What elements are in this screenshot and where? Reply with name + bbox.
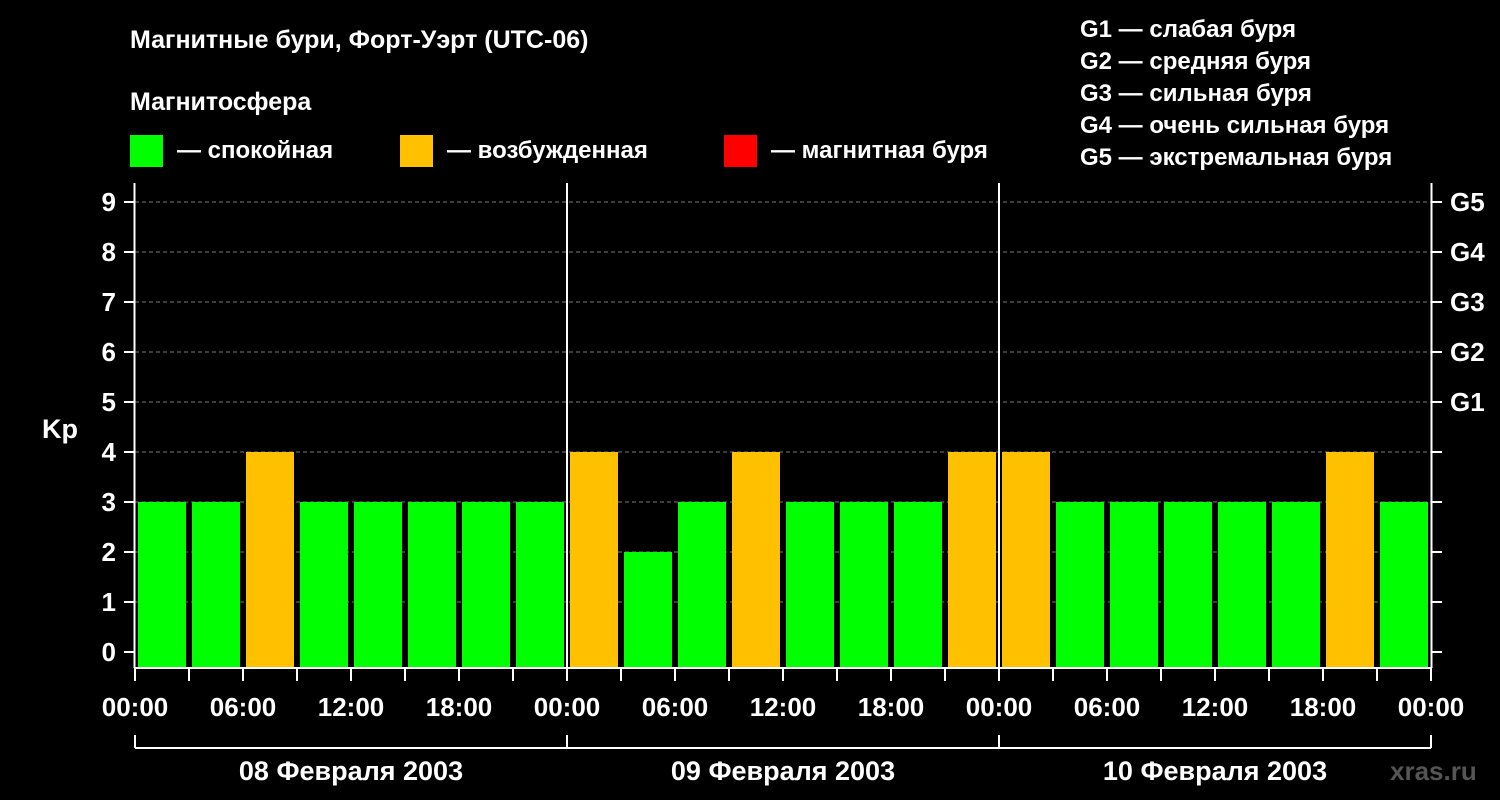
bar xyxy=(624,552,672,668)
x-tick-label: 06:00 xyxy=(210,692,277,722)
y-tick-label: 2 xyxy=(102,537,116,567)
y-tick-label: 9 xyxy=(102,187,116,217)
legend-swatch-storm xyxy=(724,135,757,167)
axes: 0 1 2 3 4 5 6 7 8 9 G1 G2 G3 G4 G5 00:00 06:00 12:00 18:00… xyxy=(102,183,1485,786)
storm-scale-g1: G1 — слабая буря xyxy=(1080,16,1296,43)
bar xyxy=(1110,502,1158,668)
g-scale-label: G4 xyxy=(1450,237,1485,267)
g-scale-label: G1 xyxy=(1450,387,1485,417)
y-tick-label: 0 xyxy=(102,637,116,667)
day-label: 09 Февраля 2003 xyxy=(671,756,895,786)
watermark: xras.ru xyxy=(1390,756,1477,786)
bar xyxy=(786,502,834,668)
bar xyxy=(1218,502,1266,668)
bar xyxy=(192,502,240,668)
day-label: 08 Февраля 2003 xyxy=(239,756,463,786)
bar xyxy=(1272,502,1320,668)
y-tick-label: 7 xyxy=(102,287,116,317)
bar xyxy=(354,502,402,668)
y-tick-label: 3 xyxy=(102,487,116,517)
bar xyxy=(1002,452,1050,668)
x-tick-label: 06:00 xyxy=(1074,692,1141,722)
bar xyxy=(948,452,996,668)
bar xyxy=(1164,502,1212,668)
x-tick-label: 00:00 xyxy=(102,692,169,722)
y-tick-label: 8 xyxy=(102,237,116,267)
x-tick-label: 18:00 xyxy=(858,692,925,722)
g-scale-label: G3 xyxy=(1450,287,1485,317)
legend-label-storm: — магнитная буря xyxy=(771,137,988,164)
day-label: 10 Февраля 2003 xyxy=(1103,756,1327,786)
bar xyxy=(138,502,186,668)
legend: — спокойная — возбужденная — магнитная б… xyxy=(130,135,988,167)
storm-scale-g2: G2 — средняя буря xyxy=(1080,48,1311,75)
bar xyxy=(840,502,888,668)
y-tick-label: 4 xyxy=(102,437,117,467)
bar xyxy=(732,452,780,668)
x-tick-label: 00:00 xyxy=(966,692,1033,722)
bar xyxy=(516,502,564,668)
x-tick-label: 06:00 xyxy=(642,692,709,722)
legend-swatch-active xyxy=(400,135,433,167)
bar xyxy=(1380,502,1428,668)
g-scale-label: G2 xyxy=(1450,337,1485,367)
bar xyxy=(570,452,618,668)
magnetic-storm-chart: Магнитные бури, Форт-Уэрт (UTC-06) Магни… xyxy=(42,16,1485,786)
x-tick-label: 00:00 xyxy=(534,692,601,722)
x-tick-label: 18:00 xyxy=(1290,692,1357,722)
storm-scale-g5: G5 — экстремальная буря xyxy=(1080,144,1392,171)
g-scale-label: G5 xyxy=(1450,187,1485,217)
bar xyxy=(462,502,510,668)
y-tick-label: 5 xyxy=(102,387,116,417)
x-tick-label: 12:00 xyxy=(1182,692,1249,722)
bar xyxy=(300,502,348,668)
legend-label-active: — возбужденная xyxy=(447,137,648,164)
bar xyxy=(246,452,294,668)
x-tick-label: 12:00 xyxy=(750,692,817,722)
y-tick-label: 6 xyxy=(102,337,116,367)
bar xyxy=(894,502,942,668)
bar xyxy=(1326,452,1374,668)
legend-title: Магнитосфера xyxy=(130,88,312,116)
legend-label-quiet: — спокойная xyxy=(177,137,333,164)
chart-title: Магнитные бури, Форт-Уэрт (UTC-06) xyxy=(130,26,588,54)
bar xyxy=(678,502,726,668)
x-tick-label: 00:00 xyxy=(1398,692,1465,722)
storm-scale-g3: G3 — сильная буря xyxy=(1080,80,1312,107)
legend-swatch-quiet xyxy=(130,135,163,167)
bar xyxy=(408,502,456,668)
bars xyxy=(138,452,1428,668)
y-tick-label: 1 xyxy=(102,587,116,617)
storm-scale-g4: G4 — очень сильная буря xyxy=(1080,112,1389,139)
x-tick-label: 12:00 xyxy=(318,692,385,722)
bar xyxy=(1056,502,1104,668)
x-tick-label: 18:00 xyxy=(426,692,493,722)
storm-scale-legend: G1 — слабая буря G2 — средняя буря G3 — … xyxy=(1080,16,1392,171)
y-axis-label: Kp xyxy=(42,414,78,444)
